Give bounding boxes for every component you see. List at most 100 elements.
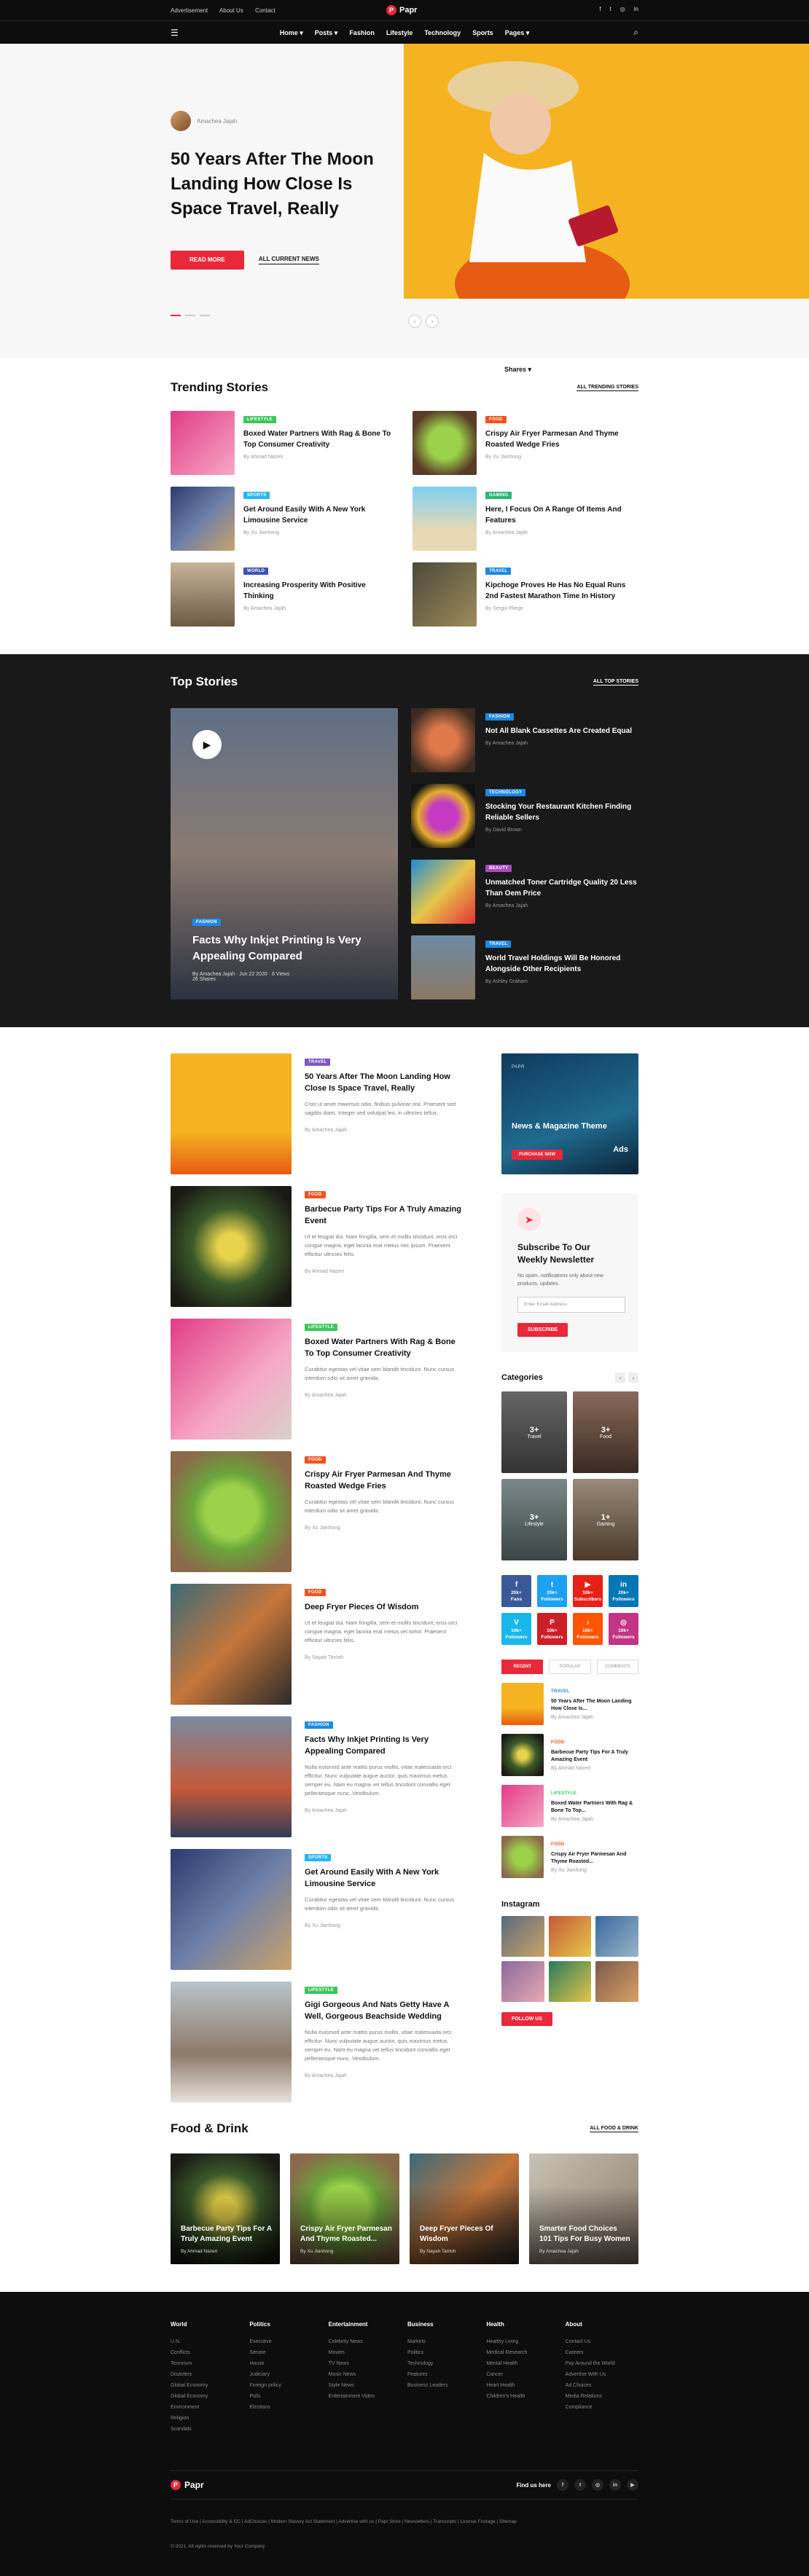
- trending-item-title[interactable]: Boxed Water Partners With Rag & Bone To …: [243, 428, 396, 450]
- food-card-title[interactable]: Barbecue Party Tips For A Truly Amazing …: [181, 2224, 273, 2245]
- featured-story-card[interactable]: ▶ FASHION Facts Why Inkjet Printing Is V…: [171, 708, 398, 1000]
- category-badge[interactable]: LIFESTYLE: [551, 1791, 577, 1796]
- nav-item-pages[interactable]: Pages ▾: [505, 29, 530, 37]
- footer-logo[interactable]: P Papr: [171, 2480, 204, 2490]
- footer-link[interactable]: Children's Health: [486, 2391, 559, 2402]
- footer-link[interactable]: Technology: [407, 2358, 480, 2369]
- post-title[interactable]: Get Around Easily With A New York Limous…: [305, 1866, 462, 1890]
- trending-item-title[interactable]: Increasing Prosperity With Positive Thin…: [243, 580, 396, 602]
- category-badge[interactable]: FOOD: [305, 1589, 326, 1596]
- footer-link[interactable]: Global Economy: [171, 2391, 243, 2402]
- instagram-photo[interactable]: [501, 1961, 544, 2002]
- footer-link[interactable]: Elections: [249, 2402, 322, 2413]
- email-field[interactable]: Enter Email Address: [517, 1297, 625, 1313]
- category-card[interactable]: 3+ Travel: [501, 1391, 567, 1473]
- sidebar-post-thumb[interactable]: [501, 1836, 544, 1878]
- nav-item-technology[interactable]: Technology: [424, 29, 461, 37]
- footer-link[interactable]: Music News: [329, 2369, 402, 2380]
- nav-item-fashion[interactable]: Fashion: [349, 29, 375, 37]
- sidebar-post-title[interactable]: Crispy Air Fryer Parmesan And Thyme Roas…: [551, 1851, 638, 1866]
- top-story-title[interactable]: Not All Blank Cassettes Are Created Equa…: [485, 726, 632, 737]
- all-trending-link[interactable]: ALL TRENDING STORIES: [577, 385, 638, 391]
- category-badge[interactable]: TRAVEL: [485, 941, 512, 948]
- instagram-counter[interactable]: ◎ 10k+ Followers: [609, 1613, 638, 1645]
- footer-link[interactable]: Advertise With Us: [566, 2369, 638, 2380]
- read-more-button[interactable]: READ MORE: [171, 251, 244, 270]
- category-badge[interactable]: LIFESTYLE: [305, 1987, 338, 1994]
- ad-banner[interactable]: PAPR News & Magazine Theme PURCHASE NOW …: [501, 1053, 638, 1174]
- all-news-link[interactable]: ALL CURRENT NEWS: [258, 256, 319, 264]
- category-badge[interactable]: FASHION: [192, 919, 221, 926]
- footer-link[interactable]: Judiciary: [249, 2369, 322, 2380]
- category-badge[interactable]: TRAVEL: [305, 1059, 331, 1066]
- hero-author-name[interactable]: Amachea Jajah: [197, 118, 237, 125]
- sidebar-post-thumb[interactable]: [501, 1734, 544, 1776]
- category-card[interactable]: 3+ Lifestyle: [501, 1479, 567, 1560]
- food-card-title[interactable]: Deep Fryer Pieces Of Wisdom: [420, 2224, 512, 2245]
- category-card[interactable]: 3+ Food: [573, 1391, 638, 1473]
- category-badge[interactable]: SPORTS: [305, 1854, 332, 1861]
- instagram-photo[interactable]: [548, 1916, 592, 1957]
- trending-thumb[interactable]: [171, 487, 235, 551]
- trending-item-title[interactable]: Crispy Air Fryer Parmesan And Thyme Roas…: [485, 428, 638, 450]
- instagram-icon[interactable]: ◎: [620, 6, 625, 12]
- footer-link[interactable]: Entertainment Video: [329, 2391, 402, 2402]
- footer-link[interactable]: House: [249, 2358, 322, 2369]
- post-title[interactable]: Gigi Gorgeous And Nats Getty Have A Well…: [305, 1999, 462, 2022]
- footer-link[interactable]: Conflicts: [171, 2347, 243, 2358]
- footer-link[interactable]: Senate: [249, 2347, 322, 2358]
- category-badge[interactable]: SPORTS: [243, 492, 270, 499]
- footer-link[interactable]: Medical Research: [486, 2347, 559, 2358]
- linkedin-icon[interactable]: in: [634, 6, 638, 12]
- post-thumb[interactable]: [171, 1451, 292, 1572]
- footer-link[interactable]: Mental Health: [486, 2358, 559, 2369]
- slide-dot[interactable]: [200, 315, 210, 316]
- instagram-photo[interactable]: [548, 1961, 592, 2002]
- trending-item[interactable]: WORLD Increasing Prosperity With Positiv…: [171, 562, 396, 627]
- youtube-counter[interactable]: ▶ 10k+ Subscribers: [573, 1575, 603, 1607]
- pinterest-counter[interactable]: P 10k+ Followers: [537, 1613, 567, 1645]
- footer-link[interactable]: Celebrity News: [329, 2336, 402, 2347]
- post-title[interactable]: Boxed Water Partners With Rag & Bone To …: [305, 1336, 462, 1359]
- nav-item-sports[interactable]: Sports: [472, 29, 493, 37]
- twitter-icon[interactable]: t: [610, 6, 611, 12]
- category-badge[interactable]: LIFESTYLE: [305, 1324, 338, 1331]
- food-card-title[interactable]: Smarter Food Choices 101 Tips For Busy W…: [539, 2224, 631, 2245]
- post-thumb[interactable]: [171, 1849, 292, 1970]
- footer-link[interactable]: Contact Us: [566, 2336, 638, 2347]
- footer-link[interactable]: Features: [407, 2369, 480, 2380]
- footer-link[interactable]: Foreign policy: [249, 2380, 322, 2391]
- follow-us-button[interactable]: FOLLOW US: [501, 2012, 552, 2026]
- purchase-button[interactable]: PURCHASE NOW: [512, 1150, 563, 1160]
- post-title[interactable]: 50 Years After The Moon Landing How Clos…: [305, 1071, 462, 1094]
- sidebar-post-thumb[interactable]: [501, 1785, 544, 1827]
- food-card[interactable]: Barbecue Party Tips For A Truly Amazing …: [171, 2153, 280, 2264]
- trending-item[interactable]: GAMING Here, I Focus On A Range Of Items…: [413, 487, 638, 551]
- category-badge[interactable]: FOOD: [305, 1456, 326, 1464]
- footer-link[interactable]: Global Economy: [171, 2380, 243, 2391]
- top-story-thumb[interactable]: [411, 935, 475, 1000]
- footer-link[interactable]: Scandals: [171, 2424, 243, 2435]
- hero-title[interactable]: 50 Years After The Moon Landing How Clos…: [171, 147, 389, 221]
- sidebar-post-thumb[interactable]: [501, 1683, 544, 1725]
- food-card-title[interactable]: Crispy Air Fryer Parmesan And Thyme Roas…: [300, 2224, 392, 2245]
- vimeo-counter[interactable]: V 10k+ Followers: [501, 1613, 531, 1645]
- sidebar-post-title[interactable]: Boxed Water Partners With Rag & Bone To …: [551, 1800, 638, 1815]
- footer-link[interactable]: Healthy Living: [486, 2336, 559, 2347]
- footer-link[interactable]: Compliance: [566, 2402, 638, 2413]
- top-story-item[interactable]: BEAUTY Unmatched Toner Cartridge Quality…: [411, 860, 638, 924]
- category-badge[interactable]: FOOD: [551, 1740, 565, 1745]
- top-story-title[interactable]: Unmatched Toner Cartridge Quality 20 Les…: [485, 877, 638, 899]
- tab-comments[interactable]: COMMENTS: [596, 1660, 638, 1674]
- prev-icon[interactable]: ‹: [615, 1373, 625, 1383]
- category-badge[interactable]: FASHION: [305, 1721, 333, 1729]
- category-card[interactable]: 1+ Gaming: [573, 1479, 638, 1560]
- footer-link[interactable]: Pay Around the World: [566, 2358, 638, 2369]
- trending-item[interactable]: SPORTS Get Around Easily With A New York…: [171, 487, 396, 551]
- footer-link[interactable]: Business Leaders: [407, 2380, 480, 2391]
- tab-recent[interactable]: RECENT: [501, 1660, 544, 1674]
- instagram-photo[interactable]: [501, 1916, 544, 1957]
- youtube-icon[interactable]: ▶: [627, 2479, 638, 2491]
- linkedin-counter[interactable]: in 20k+ Followers: [609, 1575, 638, 1607]
- sidebar-post-title[interactable]: 50 Years After The Moon Landing How Clos…: [551, 1698, 638, 1713]
